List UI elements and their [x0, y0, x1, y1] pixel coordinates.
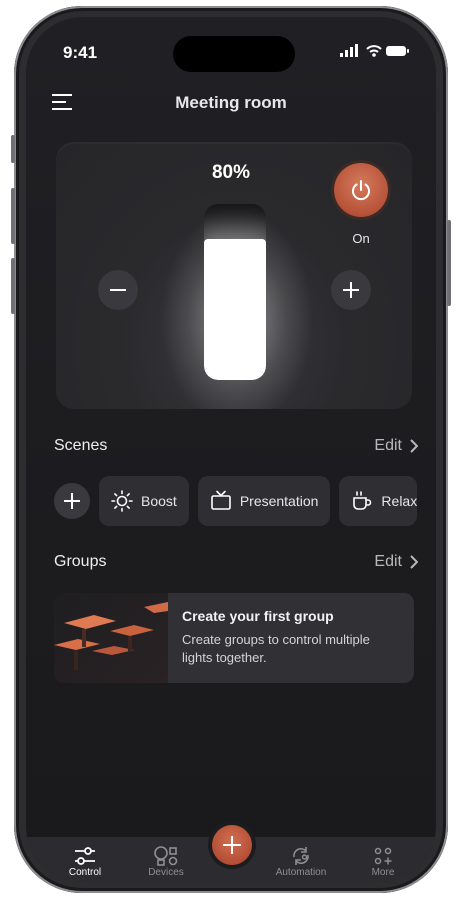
- create-group-description: Create groups to control multiple lights…: [182, 632, 370, 665]
- tab-control[interactable]: Control: [50, 845, 120, 878]
- plus-icon: [64, 493, 80, 509]
- decrease-brightness-button[interactable]: [98, 270, 138, 310]
- create-group-title: Create your first group: [182, 608, 334, 624]
- signal-wifi-battery-icon: [340, 44, 409, 57]
- brightness-slider[interactable]: [204, 204, 266, 380]
- plus-icon: [223, 836, 241, 854]
- tab-label: Control: [68, 867, 102, 878]
- cycle-icon: [293, 847, 309, 865]
- chevron-right-icon: [410, 555, 418, 569]
- scenes-title: Scenes: [54, 437, 108, 454]
- groups-title: Groups: [54, 553, 107, 570]
- scene-label: Relax: [381, 493, 418, 509]
- cup-icon: [353, 491, 372, 510]
- power-icon: [352, 180, 370, 201]
- power-button[interactable]: [334, 163, 388, 217]
- minus-icon: [110, 289, 126, 291]
- create-group-card[interactable]: Create your first group Create groups to…: [54, 593, 414, 683]
- tab-devices[interactable]: Devices: [131, 845, 201, 878]
- sun-icon: [111, 490, 133, 512]
- chevron-right-icon: [410, 439, 418, 453]
- phone-side-button: [447, 220, 451, 306]
- scenes-row: Boost Presentation Relax: [54, 476, 418, 526]
- tab-label: Devices: [148, 867, 184, 878]
- tab-automation[interactable]: Automation: [266, 845, 336, 878]
- group-lights-illustration: [54, 593, 168, 683]
- status-icons: [340, 44, 410, 63]
- dots-icon: [374, 847, 392, 865]
- groups-edit-label: Edit: [374, 553, 402, 570]
- tab-label: More: [371, 867, 395, 878]
- tab-more[interactable]: More: [348, 845, 418, 878]
- phone-side-button: [11, 188, 15, 244]
- scene-chip-relax[interactable]: Relax: [339, 476, 418, 526]
- scene-label: Boost: [141, 493, 177, 509]
- scene-chip-presentation[interactable]: Presentation: [197, 476, 331, 526]
- dynamic-island: [173, 36, 295, 72]
- app-screen: 9:41 Meeting room 80% On Scenes Edit Boo…: [26, 17, 436, 882]
- add-scene-button[interactable]: [54, 483, 90, 519]
- phone-side-button: [11, 258, 15, 314]
- create-group-text: Create your first group Create groups to…: [168, 593, 414, 683]
- scene-label: Presentation: [239, 493, 319, 509]
- plus-icon: [343, 282, 359, 298]
- scenes-edit-label: Edit: [374, 437, 402, 454]
- sliders-icon: [75, 847, 95, 865]
- tv-icon: [211, 490, 231, 510]
- scenes-edit-link[interactable]: Edit: [374, 437, 418, 455]
- bulb-icon: [154, 846, 178, 866]
- add-button[interactable]: [212, 825, 252, 865]
- increase-brightness-button[interactable]: [331, 270, 371, 310]
- phone-side-button: [11, 135, 15, 163]
- scene-chip-boost[interactable]: Boost: [99, 476, 189, 526]
- brightness-slider-fill: [204, 239, 266, 380]
- power-state-label: On: [352, 231, 370, 246]
- tab-label: Automation: [275, 867, 327, 878]
- groups-edit-link[interactable]: Edit: [374, 553, 418, 571]
- page-title: Meeting room: [175, 93, 287, 112]
- status-time: 9:41: [63, 43, 98, 62]
